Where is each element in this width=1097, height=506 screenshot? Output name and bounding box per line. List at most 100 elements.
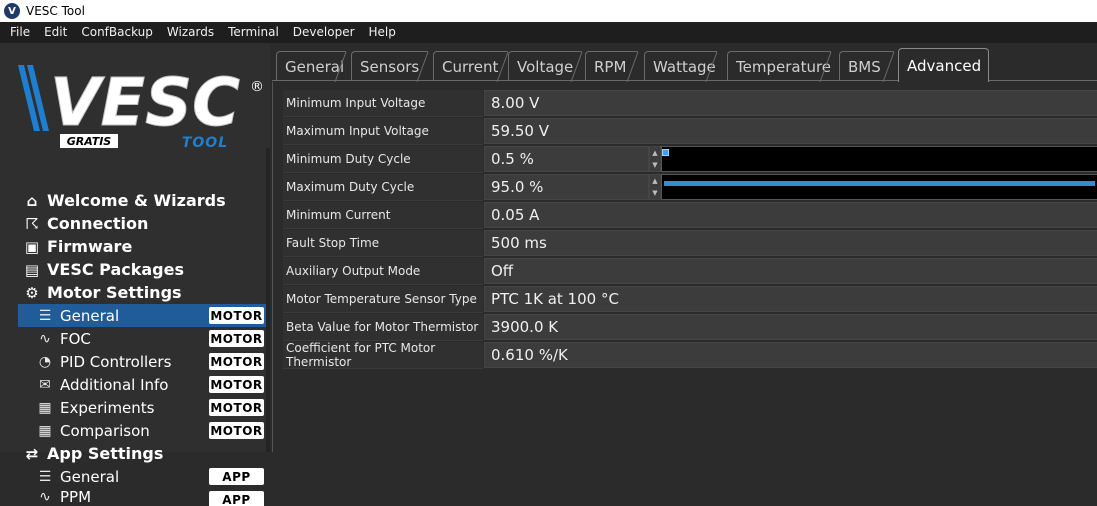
sidebar-item-label: PID Controllers — [60, 352, 172, 371]
motor-badge: MOTOR — [209, 353, 264, 370]
logo-sub2-text: TOOL — [182, 135, 228, 151]
sidebar-item-connection[interactable]: ☈ Connection — [18, 212, 268, 235]
tab-label: Temperature — [736, 57, 832, 76]
param-label: Maximum Input Voltage — [283, 118, 483, 145]
spinbox-arrows[interactable]: ▲ ▼ — [649, 146, 661, 172]
sidebar-item-comparison[interactable]: ▦ Comparison MOTOR — [18, 419, 268, 442]
window-title: VESC Tool — [26, 4, 85, 18]
sidebar-scrollbar[interactable] — [266, 148, 270, 452]
tab-edge — [416, 52, 429, 82]
tab-edge — [570, 52, 583, 82]
param-row: Motor Temperature Sensor Type PTC 1K at … — [283, 286, 1097, 313]
sidebar-item-label: App Settings — [47, 444, 164, 463]
menu-terminal[interactable]: Terminal — [221, 22, 286, 43]
param-value-field[interactable]: 95.0 % — [484, 174, 649, 200]
param-dropdown[interactable]: Off — [484, 258, 1097, 284]
tab-current[interactable]: Current — [433, 51, 509, 82]
sidebar-item-label: Connection — [47, 214, 149, 233]
vesc-tool-logo: VESC ® GRATIS TOOL — [18, 64, 264, 151]
sidebar-item-label: General — [60, 306, 120, 325]
sidebar-item-ppm[interactable]: ∿ PPM APP — [18, 488, 268, 506]
param-row: Auxiliary Output Mode Off — [283, 258, 1097, 285]
tab-advanced[interactable]: Advanced — [898, 48, 989, 82]
tab-rpm[interactable]: RPM — [585, 51, 639, 82]
sidebar-item-label: Welcome & Wizards — [47, 191, 226, 210]
param-row: Coefficient for PTC Motor Thermistor 0.6… — [283, 341, 1097, 369]
sidebar-item-welcome-wizards[interactable]: ⌂ Welcome & Wizards — [18, 189, 268, 212]
spin-down-icon[interactable]: ▼ — [652, 189, 657, 197]
motor-icon: ⚙ — [25, 283, 39, 302]
duty-slider-min[interactable] — [661, 146, 1097, 172]
sidebar-item-motor-settings[interactable]: ⚙ Motor Settings — [18, 281, 268, 304]
menu-help[interactable]: Help — [362, 22, 403, 43]
param-value-field[interactable]: 8.00 V — [484, 90, 1097, 116]
sidebar-item-app-general[interactable]: ☰ General APP — [18, 465, 268, 488]
motor-badge: MOTOR — [209, 307, 264, 324]
sidebar-item-label: General — [60, 467, 120, 486]
sidebar-item-vesc-packages[interactable]: ▤ VESC Packages — [18, 258, 268, 281]
tab-label: Sensors — [360, 57, 420, 76]
param-value-field[interactable]: 0.05 A — [484, 202, 1097, 228]
menu-edit[interactable]: Edit — [37, 22, 74, 43]
sidebar-item-foc[interactable]: ∿ FOC MOTOR — [18, 327, 268, 350]
info-card-icon: ✉ — [39, 376, 51, 393]
param-value-field[interactable]: 59.50 V — [484, 118, 1097, 144]
param-label: Fault Stop Time — [283, 230, 483, 257]
tab-edge — [705, 52, 718, 82]
slider-fill — [664, 181, 1095, 186]
param-label: Auxiliary Output Mode — [283, 258, 483, 285]
spin-up-icon[interactable]: ▲ — [652, 177, 657, 185]
menu-developer[interactable]: Developer — [286, 22, 362, 43]
tab-general[interactable]: General — [276, 51, 347, 82]
menu-file[interactable]: File — [3, 22, 37, 43]
param-value-field[interactable]: 0.610 %/K — [484, 342, 1097, 368]
tab-label: Advanced — [907, 56, 982, 75]
tab-label: Current — [442, 57, 499, 76]
tab-label: Voltage — [517, 57, 574, 76]
param-label: Motor Temperature Sensor Type — [283, 286, 483, 313]
sidebar-item-motor-general[interactable]: ☰ General MOTOR — [18, 304, 268, 327]
slider-handle[interactable] — [662, 149, 669, 156]
vesc-app-icon: V — [4, 3, 20, 19]
tab-label: BMS — [848, 57, 881, 76]
sidebar-item-experiments[interactable]: ▦ Experiments MOTOR — [18, 396, 268, 419]
app-settings-icon: ⇄ — [25, 444, 39, 463]
spinbox-arrows[interactable]: ▲ ▼ — [649, 174, 661, 200]
motor-badge: MOTOR — [209, 376, 264, 393]
duty-slider-max[interactable] — [661, 174, 1097, 200]
sidebar-item-firmware[interactable]: ▣ Firmware — [18, 235, 268, 258]
tab-bar: General Sensors Current Voltage RPM Watt… — [272, 43, 1097, 82]
param-label: Minimum Duty Cycle — [283, 146, 483, 173]
param-value-field[interactable]: 3900.0 K — [484, 314, 1097, 340]
sidebar-item-pid-controllers[interactable]: ◔ PID Controllers MOTOR — [18, 350, 268, 373]
param-value-field[interactable]: 500 ms — [484, 230, 1097, 256]
param-label: Beta Value for Motor Thermistor — [283, 314, 483, 341]
param-dropdown[interactable]: PTC 1K at 100 °C — [484, 286, 1097, 312]
sidebar-nav: ⌂ Welcome & Wizards ☈ Connection ▣ Firmw… — [18, 189, 268, 506]
sidebar-item-app-settings[interactable]: ⇄ App Settings — [18, 442, 268, 465]
sidebar-item-additional-info[interactable]: ✉ Additional Info MOTOR — [18, 373, 268, 396]
tab-temperature[interactable]: Temperature — [727, 51, 832, 82]
sidebar-item-label: Motor Settings — [47, 283, 182, 302]
spin-down-icon[interactable]: ▼ — [652, 161, 657, 169]
tab-bms[interactable]: BMS — [839, 51, 895, 82]
menu-confbackup[interactable]: ConfBackup — [74, 22, 160, 43]
tab-voltage[interactable]: Voltage — [508, 51, 583, 82]
sidebar: VESC ® GRATIS TOOL ⌂ Welcome & Wizards ☈… — [0, 43, 270, 506]
calculator-icon: ▦ — [38, 422, 52, 439]
sidebar-item-label: PPM — [60, 488, 92, 506]
tab-sensors[interactable]: Sensors — [351, 51, 429, 82]
package-icon: ▤ — [24, 260, 40, 279]
app-badge: APP — [209, 491, 264, 506]
menu-wizards[interactable]: Wizards — [160, 22, 221, 43]
tab-wattage[interactable]: Wattage — [644, 51, 718, 82]
motor-badge: MOTOR — [209, 422, 264, 439]
sidebar-item-label: VESC Packages — [47, 260, 184, 279]
param-value-field[interactable]: 0.5 % — [484, 146, 649, 172]
calculator-icon: ▦ — [38, 399, 52, 416]
tab-edge — [626, 52, 639, 82]
param-row: Beta Value for Motor Thermistor 3900.0 K — [283, 314, 1097, 341]
plug-icon: ☈ — [25, 214, 39, 233]
tab-edge — [882, 52, 895, 82]
spin-up-icon[interactable]: ▲ — [652, 149, 657, 157]
